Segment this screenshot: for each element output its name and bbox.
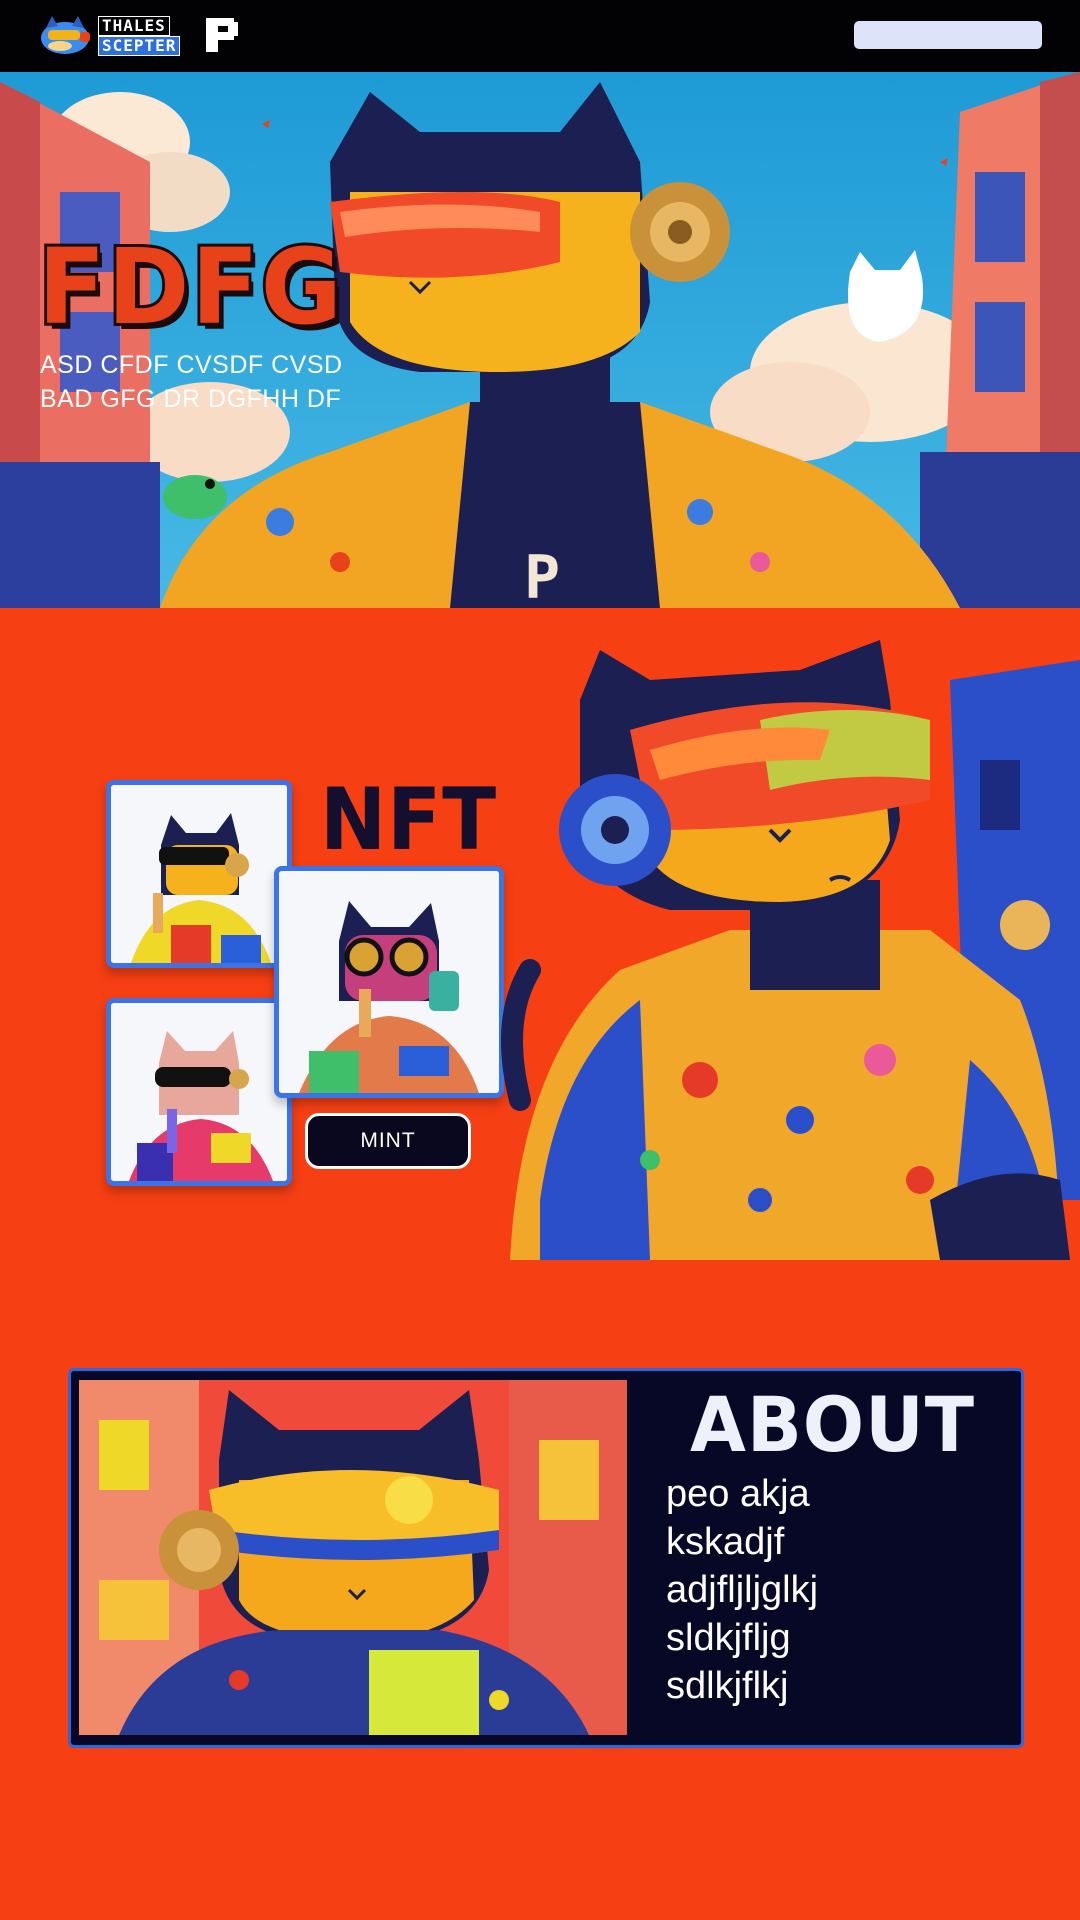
nft-card-3[interactable] bbox=[106, 998, 292, 1186]
hero-subtitle-line-1: ASD CFDF CVSDF CVSD bbox=[40, 351, 343, 379]
brand-logo[interactable]: THALES SCEPTER bbox=[38, 12, 243, 60]
about-list: peo akja kskadjf adjfljljglkj sldkjfljg … bbox=[666, 1470, 818, 1710]
brand-name-line2: SCEPTER bbox=[98, 36, 181, 56]
about-list-item: adjfljljglkj bbox=[666, 1569, 819, 1611]
hero-title: FDFG bbox=[35, 226, 344, 348]
about-list-item: sldkjfljg bbox=[666, 1617, 791, 1659]
shirt-logo-glyph: P bbox=[524, 543, 561, 608]
top-navigation-bar: THALES SCEPTER bbox=[0, 0, 1080, 72]
nft-card-2-artwork bbox=[279, 871, 499, 1093]
nft-card-2[interactable] bbox=[274, 866, 504, 1098]
about-list-item: sdlkjflkj bbox=[666, 1665, 789, 1707]
about-title: ABOUT bbox=[690, 1380, 975, 1469]
about-list-item: peo akja bbox=[666, 1473, 810, 1515]
featured-nft-illustration bbox=[501, 640, 1080, 1260]
brand-name-line1: THALES bbox=[98, 16, 170, 36]
about-illustration bbox=[79, 1380, 627, 1735]
brand-wordmark: THALES SCEPTER bbox=[98, 16, 200, 56]
nft-card-1-artwork bbox=[111, 785, 287, 963]
mascot-logo-icon bbox=[41, 16, 90, 54]
nft-card-3-artwork bbox=[111, 1003, 287, 1181]
hero-subtitle-line-2: BAD GFG DR DGFHH DF bbox=[40, 385, 342, 413]
search-input[interactable] bbox=[854, 21, 1042, 49]
pixel-p-logo-icon bbox=[206, 18, 238, 52]
hero-subtitle: ASD CFDF CVSDF CVSD BAD GFG DR DGFHH DF bbox=[40, 348, 420, 416]
nft-card-1[interactable] bbox=[106, 780, 292, 968]
hero-banner: P FDFG ASD CFDF CVSDF CVSD BAD GFG DR DG… bbox=[0, 72, 1080, 608]
nft-heading: NFT bbox=[320, 770, 497, 870]
about-list-item: kskadjf bbox=[666, 1521, 785, 1563]
mint-button[interactable]: MINT bbox=[305, 1113, 471, 1169]
